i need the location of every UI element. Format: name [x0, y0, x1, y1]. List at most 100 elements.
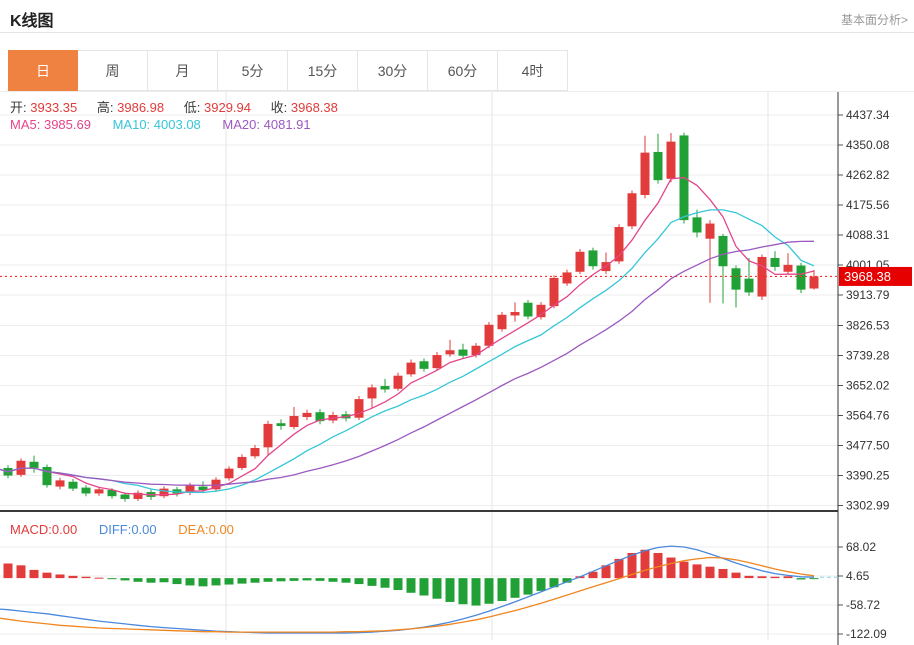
- candle: [419, 361, 429, 369]
- close-value: 3968.38: [290, 100, 338, 115]
- candle: [484, 324, 494, 346]
- candle: [640, 152, 650, 195]
- candle: [718, 235, 728, 267]
- candle: [302, 412, 312, 418]
- ma5-line: [0, 176, 815, 496]
- macd-tick-label: 4.65: [846, 569, 870, 583]
- tab-period-2[interactable]: 月: [148, 50, 218, 91]
- ma5-legend: MA5: 3985.69: [10, 117, 91, 132]
- candle: [81, 487, 91, 494]
- candle: [458, 349, 468, 356]
- tab-period-5[interactable]: 30分: [358, 50, 428, 91]
- tab-period-6[interactable]: 60分: [428, 50, 498, 91]
- macd-value-legend: MACD:0.00: [10, 522, 78, 537]
- ma-legend: MA5: 3985.69 MA10: 4003.08 MA20: 4081.91: [10, 117, 311, 132]
- candle: [445, 350, 455, 355]
- open-value: 3933.35: [30, 100, 78, 115]
- candle: [796, 265, 806, 290]
- tab-period-0[interactable]: 日: [8, 50, 78, 91]
- high-label: 高:: [96, 100, 114, 115]
- candle: [276, 423, 286, 426]
- high-value: 3986.98: [117, 100, 165, 115]
- candles-group: [3, 132, 819, 502]
- ma20-legend: MA20: 4081.91: [222, 117, 311, 132]
- tab-period-4[interactable]: 15分: [288, 50, 358, 91]
- candle: [575, 251, 585, 272]
- fundamental-analysis-link[interactable]: 基本面分析>: [841, 11, 908, 28]
- price-tick-label: 3302.99: [846, 499, 890, 513]
- tab-period-7[interactable]: 4时: [498, 50, 568, 91]
- price-tick-label: 4175.56: [846, 198, 890, 212]
- candle: [237, 456, 247, 468]
- candle: [588, 250, 598, 267]
- page-title: K线图: [10, 13, 54, 30]
- candle: [380, 386, 390, 390]
- period-tabs: 日周月 5分 15分 30分 60分 4时: [8, 50, 568, 91]
- price-tick-label: 3477.50: [846, 438, 890, 452]
- price-tick-label: 3564.76: [846, 408, 890, 422]
- candle: [705, 223, 715, 239]
- macd-legend: MACD:0.00 DIFF:0.00 DEA:0.00: [10, 522, 234, 537]
- candle: [549, 277, 559, 307]
- price-tick-label: 3739.28: [846, 348, 890, 362]
- candle: [692, 217, 702, 233]
- diff-value-legend: DIFF:0.00: [98, 522, 157, 537]
- kline-page: K线图 基本面分析> 日周月 5分 15分 30分 60分 4时 4437.34 4350.…: [0, 0, 914, 645]
- macd-tick-label: -58.72: [846, 598, 880, 612]
- macd-histogram: [3, 549, 819, 606]
- price-tick-label: 3826.53: [846, 318, 890, 332]
- candle: [653, 151, 663, 181]
- candle: [289, 415, 299, 428]
- price-tick-label: 3652.02: [846, 378, 890, 392]
- macd-tick-label: 68.02: [846, 540, 876, 554]
- price-tick-label: 4350.08: [846, 138, 890, 152]
- ma10-line: [0, 209, 815, 494]
- candle: [393, 375, 403, 389]
- candle: [263, 423, 273, 448]
- ohlc-legend: 开: 3933.35 高: 3986.98 低: 3929.94 收: 3968…: [10, 97, 354, 116]
- candle: [770, 257, 780, 267]
- candle: [29, 461, 39, 468]
- price-tick-label: 4437.34: [846, 108, 890, 122]
- dea-value-legend: DEA:0.00: [178, 522, 234, 537]
- candle: [523, 302, 533, 317]
- candle: [354, 399, 364, 418]
- dea-line: [0, 556, 815, 633]
- candle: [731, 268, 741, 290]
- candle: [94, 489, 104, 494]
- candle: [666, 141, 676, 179]
- candle: [497, 314, 507, 330]
- price-tick-label: 4088.31: [846, 228, 890, 242]
- kline-chart-canvas[interactable]: 4437.344350.084262.824175.564088.314001.…: [0, 92, 914, 645]
- candle: [55, 480, 65, 487]
- candle: [68, 481, 78, 489]
- period-tab-bar: 日周月 5分 15分 30分 60分 4时: [0, 50, 914, 92]
- candle: [744, 278, 754, 293]
- candle: [120, 494, 130, 499]
- candle: [562, 272, 572, 284]
- candle: [809, 276, 819, 289]
- candle: [510, 312, 520, 316]
- page-header: K线图 基本面分析>: [0, 0, 914, 33]
- chart-region: 4437.34 4350.08 4262.82 4175.56 4088.31 4001.…: [0, 92, 914, 645]
- macd-tick-label: -122.09: [846, 627, 887, 641]
- current-price-badge-text: 3968.38: [844, 269, 891, 284]
- candle: [42, 466, 52, 486]
- close-label: 收:: [270, 100, 288, 115]
- candle: [250, 448, 260, 457]
- low-value: 3929.94: [204, 100, 251, 115]
- candle: [627, 193, 637, 227]
- candle: [783, 264, 793, 272]
- candle: [224, 468, 234, 479]
- price-axis: 4437.344350.084262.824175.564088.314001.…: [0, 108, 890, 513]
- tab-period-1[interactable]: 周: [78, 50, 148, 91]
- open-label: 开:: [10, 100, 27, 115]
- price-tick-label: 3390.25: [846, 468, 890, 482]
- candle: [432, 355, 442, 369]
- low-label: 低:: [183, 100, 201, 115]
- price-tick-label: 4262.82: [846, 168, 890, 182]
- ma10-legend: MA10: 4003.08: [112, 117, 201, 132]
- price-tick-label: 3913.79: [846, 288, 890, 302]
- candle: [406, 362, 416, 375]
- tab-period-3[interactable]: 5分: [218, 50, 288, 91]
